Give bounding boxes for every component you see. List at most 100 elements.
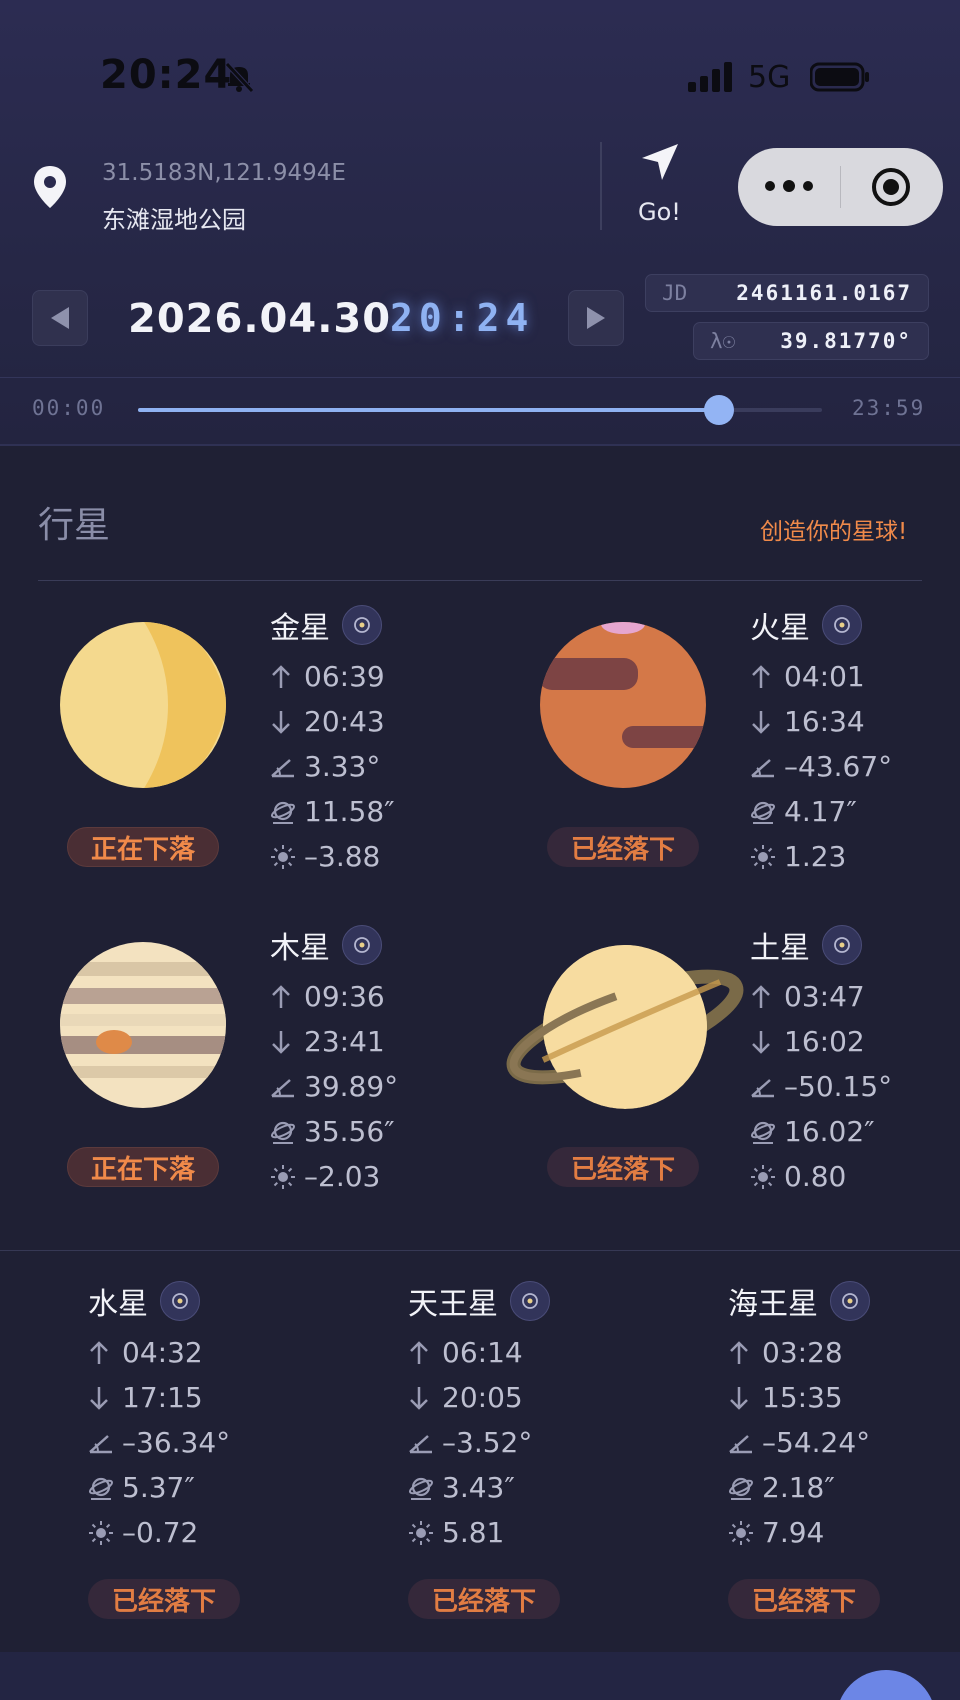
planet-status-badge: 正在下落 <box>67 1147 219 1187</box>
planet-magnitude-row: 0.80 <box>750 1154 892 1199</box>
target-circle-icon[interactable] <box>870 166 912 208</box>
planet-card-mercury[interactable]: 水星 04:32 17:15 –36.34° 5.37″ –0.72 已经落下 <box>88 1278 240 1619</box>
planet-card-jupiter[interactable]: 木星 09:36 23:41 39.89° 35.56″ –2.03 <box>270 922 398 1199</box>
locate-planet-button[interactable] <box>342 925 382 965</box>
locate-planet-button[interactable] <box>822 925 862 965</box>
planet-rise-row: 04:01 <box>750 654 892 699</box>
slider-top-divider <box>0 377 960 378</box>
arrow-up-icon <box>752 984 770 1008</box>
header-bottom-border <box>0 444 960 446</box>
arrow-up-icon <box>272 984 290 1008</box>
angle-icon <box>751 758 774 777</box>
arrow-down-icon <box>410 1386 428 1410</box>
planet-name: 金星 <box>270 611 330 646</box>
venus-image[interactable] <box>58 620 228 790</box>
mars-image[interactable] <box>538 620 708 790</box>
planet-name: 海王星 <box>728 1287 818 1322</box>
planet-diameter-value: 35.56″ <box>304 1115 395 1148</box>
create-planet-link[interactable]: 创造你的星球! <box>760 512 907 546</box>
slider-start-label: 00:00 <box>32 396 106 420</box>
planet-ring-icon <box>408 1477 434 1500</box>
planet-ring-icon <box>750 1121 776 1144</box>
planet-diameter-value: 11.58″ <box>304 795 395 828</box>
planet-set-row: 17:15 <box>88 1375 240 1420</box>
arrow-up-icon <box>730 1340 748 1364</box>
planet-magnitude-row: 7.94 <box>728 1510 880 1555</box>
locate-planet-button[interactable] <box>160 1281 200 1321</box>
planet-diameter-row: 3.43″ <box>408 1465 560 1510</box>
planet-rise-value: 04:32 <box>122 1336 203 1369</box>
planet-name: 土星 <box>750 931 810 966</box>
planet-magnitude-row: –3.88 <box>270 834 395 879</box>
locate-planet-button[interactable] <box>510 1281 550 1321</box>
current-time[interactable]: 20:24 <box>390 296 534 340</box>
locate-planet-button[interactable] <box>830 1281 870 1321</box>
location-divider <box>600 142 602 230</box>
cellular-signal-icon <box>688 62 732 92</box>
sun-icon <box>729 1520 753 1545</box>
planet-card-saturn[interactable]: 土星 03:47 16:02 –50.15° 16.02″ 0.80 <box>750 922 892 1199</box>
angle-icon <box>271 1078 294 1097</box>
locate-planet-button[interactable] <box>342 605 382 645</box>
planet-rise-value: 03:28 <box>762 1336 843 1369</box>
planet-status-badge: 已经落下 <box>88 1579 240 1619</box>
planet-ring-icon <box>88 1477 114 1500</box>
planet-name: 水星 <box>88 1287 148 1322</box>
bell-muted-icon <box>225 62 254 93</box>
navigation-arrow-icon[interactable] <box>638 140 682 184</box>
target-icon <box>842 1293 858 1309</box>
go-button[interactable]: Go! <box>638 198 681 226</box>
planet-diameter-value: 2.18″ <box>762 1471 835 1504</box>
planet-rise-row: 04:32 <box>88 1330 240 1375</box>
lambda-value: 39.81770° <box>780 329 912 353</box>
slider-end-label: 23:59 <box>852 396 926 420</box>
location-name[interactable]: 东滩湿地公园 <box>102 200 246 235</box>
planet-card-uranus[interactable]: 天王星 06:14 20:05 –3.52° 3.43″ 5.81 已经落下 <box>408 1278 560 1619</box>
angle-icon <box>751 1078 774 1097</box>
time-slider-fill <box>138 408 720 412</box>
planet-altitude-value: 39.89° <box>304 1070 399 1103</box>
target-icon <box>834 937 850 953</box>
planet-card-neptune[interactable]: 海王星 03:28 15:35 –54.24° 2.18″ 7.94 已经落下 <box>728 1278 880 1619</box>
triangle-right-icon <box>587 307 605 329</box>
locate-planet-button[interactable] <box>822 605 862 645</box>
planet-altitude-row: 39.89° <box>270 1064 398 1109</box>
planet-altitude-value: –54.24° <box>762 1426 871 1459</box>
planet-card-venus[interactable]: 金星 06:39 20:43 3.33° 11.58″ –3.88 <box>270 602 395 879</box>
map-pin-icon[interactable] <box>32 164 68 210</box>
planet-magnitude-value: –2.03 <box>304 1160 381 1193</box>
planet-set-value: 20:05 <box>442 1381 523 1414</box>
planet-ring-icon <box>750 801 776 824</box>
planet-rise-value: 04:01 <box>784 660 865 693</box>
planet-magnitude-value: –0.72 <box>122 1516 199 1549</box>
sun-icon <box>409 1520 433 1545</box>
planet-diameter-row: 35.56″ <box>270 1109 398 1154</box>
jupiter-image[interactable] <box>58 940 228 1110</box>
planet-diameter-row: 4.17″ <box>750 789 892 834</box>
arrow-down-icon <box>752 710 770 734</box>
planet-altitude-row: –43.67° <box>750 744 892 789</box>
planet-magnitude-row: –2.03 <box>270 1154 398 1199</box>
planet-set-row: 20:05 <box>408 1375 560 1420</box>
planet-set-value: 23:41 <box>304 1025 385 1058</box>
target-icon <box>834 617 850 633</box>
sun-icon <box>271 1164 295 1189</box>
capsule-separator <box>840 166 841 208</box>
current-date[interactable]: 2026.04.30 <box>128 296 391 342</box>
solar-longitude-box: λ☉ 39.81770° <box>693 322 929 360</box>
planet-card-mars[interactable]: 火星 04:01 16:34 –43.67° 4.17″ 1.23 <box>750 602 892 879</box>
planet-diameter-row: 11.58″ <box>270 789 395 834</box>
more-dots-icon[interactable] <box>764 176 814 196</box>
battery-icon <box>810 62 869 92</box>
bottom-bar <box>0 1652 960 1700</box>
location-coordinates[interactable]: 31.5183N,121.9494E <box>102 160 346 186</box>
planet-set-row: 20:43 <box>270 699 395 744</box>
arrow-up-icon <box>752 664 770 688</box>
saturn-image[interactable] <box>505 942 745 1112</box>
previous-day-button[interactable] <box>32 290 88 346</box>
planet-status-badge: 已经落下 <box>728 1579 880 1619</box>
planet-set-row: 16:02 <box>750 1019 892 1064</box>
planet-altitude-row: –36.34° <box>88 1420 240 1465</box>
next-day-button[interactable] <box>568 290 624 346</box>
planet-set-value: 15:35 <box>762 1381 843 1414</box>
